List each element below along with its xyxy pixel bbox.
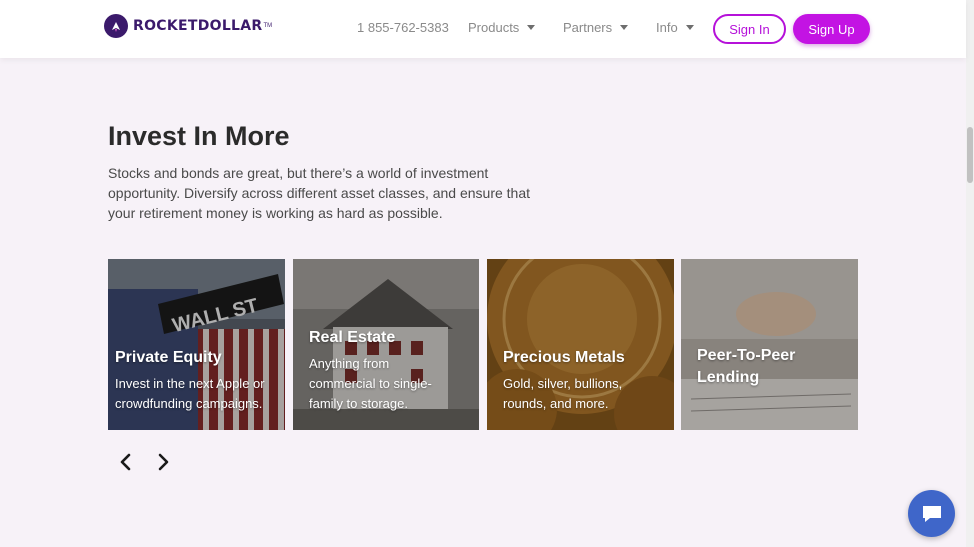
scrollbar-thumb[interactable] bbox=[967, 127, 973, 183]
card-real-estate[interactable]: Real Estate Anything from commercial to … bbox=[293, 259, 479, 430]
section-description: Stocks and bonds are great, but there’s … bbox=[108, 165, 531, 221]
site-header: ROCKETDOLLAR TM 1 855-762-5383 Products … bbox=[0, 0, 966, 58]
nav-info[interactable]: Info bbox=[656, 20, 694, 35]
section-title: Invest In More bbox=[108, 121, 290, 151]
chevron-left-icon bbox=[120, 453, 131, 471]
card-description: Invest in the next Apple or crowdfunding… bbox=[115, 376, 265, 411]
page-scrollbar[interactable] bbox=[966, 0, 974, 547]
nav-products[interactable]: Products bbox=[468, 20, 536, 35]
card-title: Real Estate bbox=[309, 329, 396, 346]
card-private-equity[interactable]: WALL ST Private Equity Invest in the nex… bbox=[108, 259, 285, 430]
card-title: Precious Metals bbox=[503, 349, 625, 366]
nav-partners-label: Partners bbox=[563, 20, 613, 35]
caret-down-icon bbox=[527, 25, 536, 30]
sign-in-button[interactable]: Sign In bbox=[713, 14, 786, 44]
card-title: Peer-To-Peer Lending bbox=[697, 347, 796, 386]
card-title: Private Equity bbox=[115, 349, 222, 366]
logo-text: ROCKETDOLLAR bbox=[133, 18, 263, 34]
caret-down-icon bbox=[620, 25, 629, 30]
logo[interactable]: ROCKETDOLLAR TM bbox=[104, 14, 272, 38]
caret-down-icon bbox=[685, 25, 694, 30]
nav-partners[interactable]: Partners bbox=[563, 20, 629, 35]
nav-info-label: Info bbox=[656, 20, 678, 35]
rocket-logo-icon bbox=[104, 14, 128, 38]
chat-button[interactable] bbox=[908, 490, 955, 537]
card-peer-to-peer-lending[interactable]: Peer-To-Peer Lending bbox=[681, 259, 858, 430]
logo-trademark: TM bbox=[263, 23, 273, 29]
carousel-next-button[interactable] bbox=[154, 452, 172, 472]
chat-bubble-icon bbox=[922, 505, 941, 522]
card-description: Gold, silver, bullions, rounds, and more… bbox=[503, 376, 623, 411]
card-precious-metals[interactable]: Precious Metals Gold, silver, bullions, … bbox=[487, 259, 674, 430]
phone-number-link[interactable]: 1 855-762-5383 bbox=[357, 20, 449, 35]
chevron-right-icon bbox=[158, 453, 169, 471]
carousel-prev-button[interactable] bbox=[117, 452, 135, 472]
sign-up-button[interactable]: Sign Up bbox=[793, 14, 870, 44]
nav-products-label: Products bbox=[468, 20, 520, 35]
card-description: Anything from commercial to single-famil… bbox=[309, 356, 432, 411]
